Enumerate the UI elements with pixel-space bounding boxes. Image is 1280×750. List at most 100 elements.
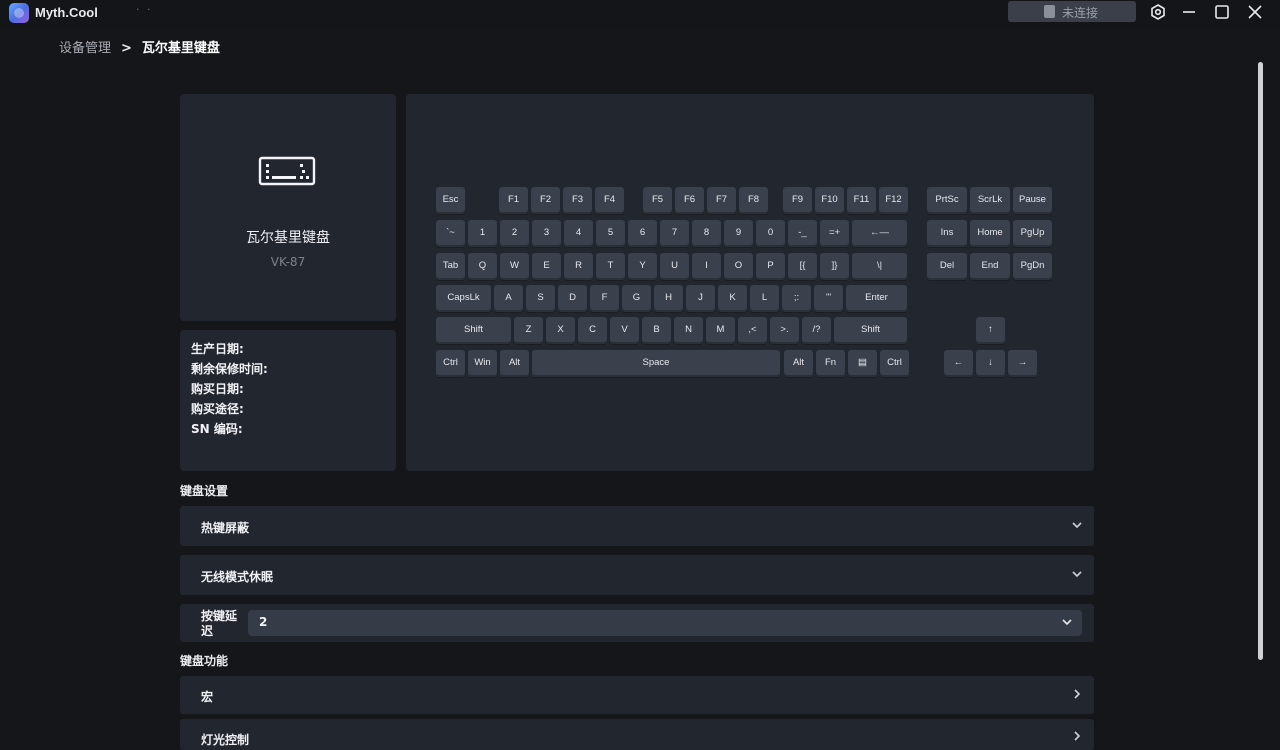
key[interactable]: 7 [660, 220, 689, 247]
chevron-right-icon[interactable] [1070, 688, 1084, 702]
key[interactable]: /? [802, 317, 831, 344]
key[interactable]: Home [970, 220, 1010, 247]
key[interactable]: Ctrl [880, 350, 909, 377]
key[interactable]: Y [628, 253, 657, 280]
key[interactable]: 9 [724, 220, 753, 247]
key-delay-select[interactable]: 2 [248, 610, 1082, 636]
key[interactable]: G [622, 285, 651, 312]
key[interactable]: X [546, 317, 575, 344]
key[interactable]: 5 [596, 220, 625, 247]
key[interactable]: F12 [879, 187, 908, 214]
key[interactable]: Z [514, 317, 543, 344]
key[interactable]: 8 [692, 220, 721, 247]
key[interactable]: 2 [500, 220, 529, 247]
breadcrumb-device-management[interactable]: 设备管理 [59, 41, 111, 56]
key[interactable]: F8 [739, 187, 768, 214]
key[interactable]: Ins [927, 220, 967, 247]
chevron-right-icon[interactable] [1070, 730, 1084, 744]
key[interactable]: 3 [532, 220, 561, 247]
wireless-sleep-row[interactable]: 无线模式休眠 [180, 555, 1094, 595]
key[interactable]: Del [927, 253, 967, 280]
key[interactable]: 0 [756, 220, 785, 247]
key[interactable]: [{ [788, 253, 817, 280]
key[interactable]: C [578, 317, 607, 344]
key[interactable]: ;: [782, 285, 811, 312]
key[interactable]: I [692, 253, 721, 280]
hotkey-block-row[interactable]: 热键屏蔽 [180, 506, 1094, 546]
chevron-down-icon[interactable] [1070, 519, 1084, 533]
key[interactable]: PgDn [1013, 253, 1052, 280]
key[interactable]: ,< [738, 317, 767, 344]
key[interactable]: F2 [531, 187, 560, 214]
key[interactable]: =+ [820, 220, 849, 247]
key[interactable]: F5 [643, 187, 672, 214]
key[interactable]: Pause [1013, 187, 1052, 214]
key[interactable]: -_ [788, 220, 817, 247]
key[interactable]: S [526, 285, 555, 312]
key[interactable]: 6 [628, 220, 657, 247]
key[interactable]: K [718, 285, 747, 312]
lighting-control-row[interactable]: 灯光控制 [180, 719, 1094, 750]
minimize-button[interactable] [1178, 2, 1200, 22]
connection-status-button[interactable]: 未连接 [1008, 1, 1136, 22]
key[interactable]: E [532, 253, 561, 280]
key[interactable]: End [970, 253, 1010, 280]
key[interactable]: T [596, 253, 625, 280]
close-button[interactable] [1244, 2, 1266, 22]
key[interactable]: F7 [707, 187, 736, 214]
key[interactable]: ▤ [848, 350, 877, 377]
key[interactable]: F4 [595, 187, 624, 214]
macro-row[interactable]: 宏 [180, 676, 1094, 714]
key[interactable]: Q [468, 253, 497, 280]
key[interactable]: D [558, 285, 587, 312]
key[interactable]: ↑ [976, 317, 1005, 344]
key[interactable]: O [724, 253, 753, 280]
key[interactable]: Shift [436, 317, 511, 344]
key[interactable]: W [500, 253, 529, 280]
key[interactable]: >. [770, 317, 799, 344]
key[interactable]: Ctrl [436, 350, 465, 377]
key[interactable]: ← [944, 350, 973, 377]
key[interactable]: \| [852, 253, 907, 280]
key[interactable]: F11 [847, 187, 876, 214]
key[interactable]: Alt [784, 350, 813, 377]
key[interactable]: H [654, 285, 683, 312]
key[interactable]: M [706, 317, 735, 344]
key[interactable]: PgUp [1013, 220, 1052, 247]
key[interactable]: A [494, 285, 523, 312]
key[interactable]: ↓ [976, 350, 1005, 377]
key[interactable]: → [1008, 350, 1037, 377]
key[interactable]: 4 [564, 220, 593, 247]
key[interactable]: Esc [436, 187, 465, 214]
key[interactable]: ]} [820, 253, 849, 280]
maximize-button[interactable] [1211, 2, 1233, 22]
key[interactable]: R [564, 253, 593, 280]
key[interactable]: Space [532, 350, 780, 377]
vertical-scrollbar[interactable] [1258, 62, 1263, 660]
chevron-down-icon[interactable] [1070, 568, 1084, 582]
key[interactable]: 1 [468, 220, 497, 247]
key[interactable]: '" [814, 285, 843, 312]
key[interactable]: Tab [436, 253, 465, 280]
settings-gear-icon[interactable] [1147, 2, 1169, 22]
key[interactable]: Enter [846, 285, 907, 312]
key[interactable]: PrtSc [927, 187, 967, 214]
key[interactable]: F [590, 285, 619, 312]
key[interactable]: CapsLk [436, 285, 491, 312]
key[interactable]: V [610, 317, 639, 344]
key[interactable]: ScrLk [970, 187, 1010, 214]
key[interactable]: P [756, 253, 785, 280]
key[interactable]: ←— [852, 220, 907, 247]
key[interactable]: J [686, 285, 715, 312]
key[interactable]: F10 [815, 187, 844, 214]
key[interactable]: N [674, 317, 703, 344]
key[interactable]: F3 [563, 187, 592, 214]
key[interactable]: L [750, 285, 779, 312]
key[interactable]: `~ [436, 220, 465, 247]
key[interactable]: Fn [816, 350, 845, 377]
key[interactable]: F1 [499, 187, 528, 214]
key[interactable]: B [642, 317, 671, 344]
key[interactable]: Shift [834, 317, 907, 344]
key[interactable]: F9 [783, 187, 812, 214]
key[interactable]: U [660, 253, 689, 280]
